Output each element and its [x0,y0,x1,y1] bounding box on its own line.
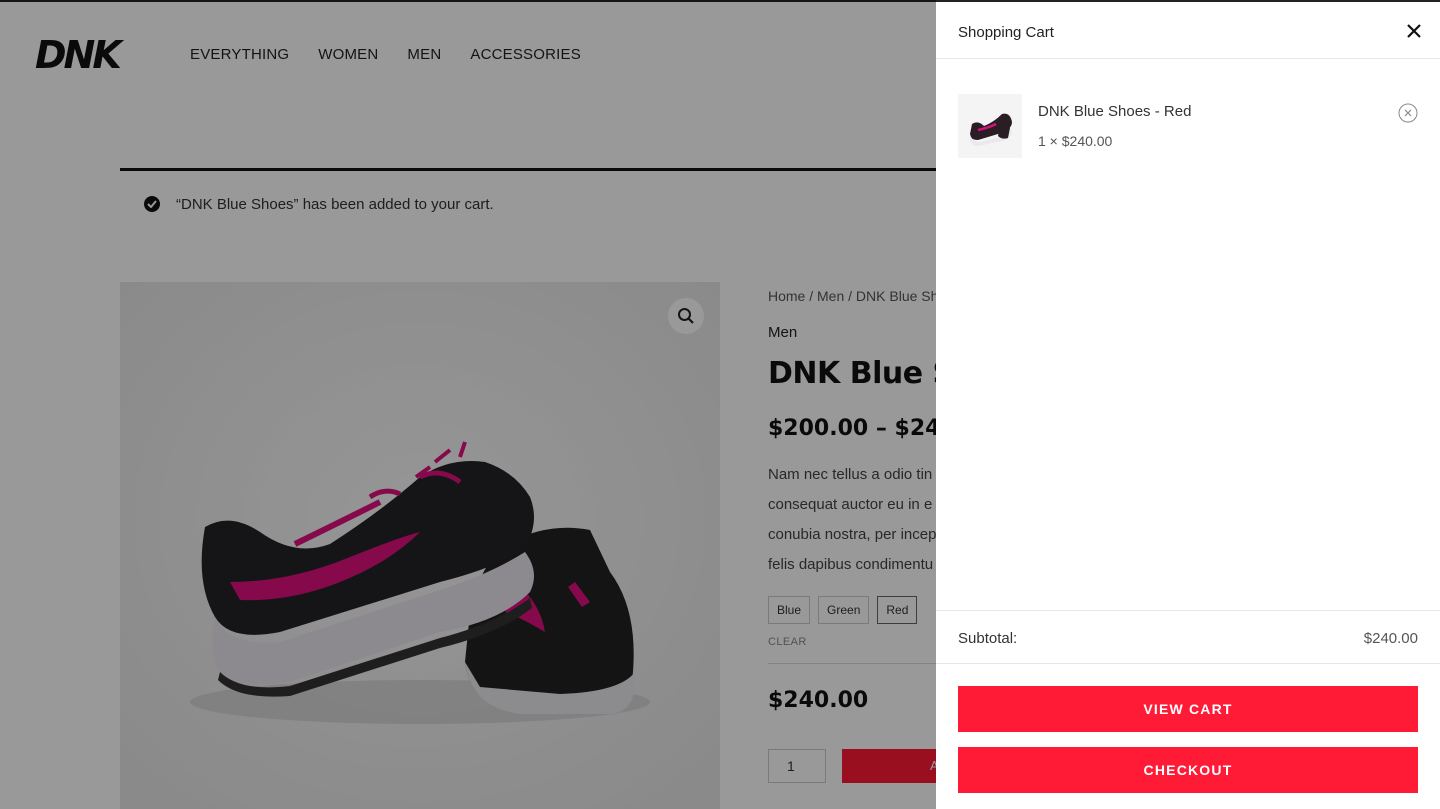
subtotal-label: Subtotal: [958,630,1018,647]
cart-header: Shopping Cart [936,2,1440,59]
close-icon [1407,24,1421,38]
subtotal-row: Subtotal: $240.00 [936,610,1440,664]
view-cart-button[interactable]: VIEW CART [958,686,1418,732]
remove-item-button[interactable] [1398,103,1418,123]
cart-item-name[interactable]: DNK Blue Shoes - Red [1038,103,1191,120]
cart-title: Shopping Cart [958,24,1054,41]
checkout-button[interactable]: CHECKOUT [958,747,1418,793]
subtotal-value: $240.00 [1363,630,1418,647]
dim-overlay[interactable] [0,0,936,809]
cart-item-thumbnail[interactable] [958,94,1022,158]
cart-drawer: Shopping Cart DNK Blue Shoes - Red 1 × $… [936,0,1440,809]
cart-item: DNK Blue Shoes - Red 1 × $240.00 [958,94,1418,160]
remove-circle-icon [1398,103,1418,123]
close-cart-button[interactable] [1402,19,1426,43]
cart-item-qty-price: 1 × $240.00 [1038,133,1113,149]
